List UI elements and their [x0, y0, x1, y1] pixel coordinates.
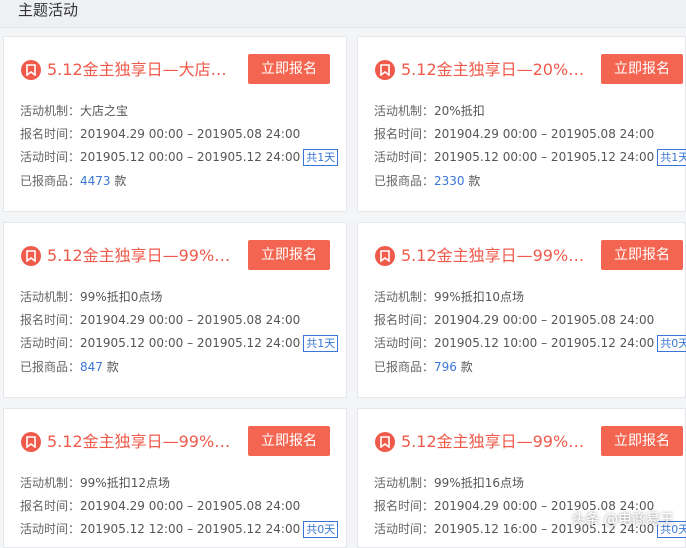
signup-time-label: 报名时间： — [374, 499, 435, 513]
registered-row: 已报商品：4473 款 — [20, 173, 126, 189]
section-header: 主题活动 — [0, 0, 686, 28]
activity-time-value: 201905.12 12:00 – 201905.12 24:00 — [80, 522, 301, 536]
activity-time-label: 活动时间： — [20, 150, 81, 164]
card-title[interactable]: 5.12金主独享日—99%抵扣10点场 — [401, 244, 591, 268]
signup-time-label: 报名时间： — [20, 313, 81, 327]
signup-time-value: 201904.29 00:00 – 201905.08 24:00 — [80, 127, 301, 141]
signup-time-label: 报名时间： — [374, 313, 435, 327]
signup-button[interactable]: 立即报名 — [248, 426, 330, 456]
activity-time-label: 活动时间： — [20, 336, 81, 350]
signup-button[interactable]: 立即报名 — [248, 54, 330, 84]
mechanism-value: 99%抵扣0点场 — [80, 290, 163, 304]
signup-time-label: 报名时间： — [20, 127, 81, 141]
watermark: 头条 @电商易王 — [571, 512, 674, 528]
signup-time-value: 201904.29 00:00 – 201905.08 24:00 — [434, 127, 655, 141]
registered-count[interactable]: 847 — [80, 360, 103, 374]
registered-row: 已报商品：796 款 — [374, 359, 473, 375]
bookmark-icon — [375, 60, 395, 80]
signup-time-value: 201904.29 00:00 – 201905.08 24:00 — [434, 313, 655, 327]
bookmark-icon — [21, 246, 41, 266]
activity-time-label: 活动时间： — [374, 522, 435, 536]
mechanism-label: 活动机制： — [374, 104, 435, 118]
mechanism-row: 活动机制：99%抵扣0点场 — [20, 289, 162, 305]
mechanism-value: 大店之宝 — [80, 104, 129, 118]
mechanism-value: 99%抵扣16点场 — [434, 476, 524, 490]
signup-time-value: 201904.29 00:00 – 201905.08 24:00 — [80, 313, 301, 327]
mechanism-label: 活动机制： — [374, 476, 435, 490]
bookmark-icon — [375, 432, 395, 452]
registered-count[interactable]: 4473 — [80, 174, 111, 188]
signup-time-row: 报名时间：201904.29 00:00 – 201905.08 24:00 — [20, 312, 300, 328]
mechanism-value: 99%抵扣12点场 — [80, 476, 170, 490]
mechanism-row: 活动机制：20%抵扣 — [374, 103, 485, 119]
days-badge: 共1天 — [657, 149, 686, 166]
mechanism-value: 99%抵扣10点场 — [434, 290, 524, 304]
days-badge: 共1天 — [303, 149, 339, 166]
activity-time-label: 活动时间： — [20, 522, 81, 536]
bookmark-icon — [375, 246, 395, 266]
signup-time-row: 报名时间：201904.29 00:00 – 201905.08 24:00 — [374, 126, 654, 142]
activity-card: 5.12金主独享日—99%抵扣10点场 立即报名 活动机制：99%抵扣10点场 … — [357, 222, 686, 398]
signup-time-row: 报名时间：201904.29 00:00 – 201905.08 24:00 — [374, 312, 654, 328]
section-title: 主题活动 — [18, 1, 79, 19]
activity-time-row: 活动时间：201905.12 12:00 – 201905.12 24:00 共0… — [20, 521, 339, 538]
mechanism-row: 活动机制：99%抵扣10点场 — [374, 289, 524, 305]
signup-button[interactable]: 立即报名 — [601, 54, 683, 84]
card-title[interactable]: 5.12金主独享日—99%抵扣12点场 — [47, 430, 237, 454]
activity-time-label: 活动时间： — [374, 336, 435, 350]
mechanism-row: 活动机制：大店之宝 — [20, 103, 128, 119]
registered-label: 已报商品： — [20, 360, 81, 374]
signup-time-label: 报名时间： — [374, 127, 435, 141]
registered-label: 已报商品： — [374, 360, 435, 374]
activity-time-row: 活动时间：201905.12 00:00 – 201905.12 24:00 共1… — [20, 149, 339, 166]
card-title[interactable]: 5.12金主独享日—99%抵扣0点场 — [47, 244, 237, 268]
mechanism-label: 活动机制： — [20, 104, 81, 118]
activity-card: 5.12金主独享日—大店之宝 立即报名 活动机制：大店之宝 报名时间：20190… — [3, 36, 347, 212]
signup-button[interactable]: 立即报名 — [601, 240, 683, 270]
signup-time-row: 报名时间：201904.29 00:00 – 201905.08 24:00 — [20, 498, 300, 514]
registered-unit: 款 — [114, 174, 127, 188]
activity-time-value: 201905.12 00:00 – 201905.12 24:00 — [434, 150, 655, 164]
card-title[interactable]: 5.12金主独享日—大店之宝 — [47, 58, 237, 82]
registered-unit: 款 — [468, 174, 481, 188]
registered-label: 已报商品： — [20, 174, 81, 188]
mechanism-row: 活动机制：99%抵扣16点场 — [374, 475, 524, 491]
activity-time-row: 活动时间：201905.12 10:00 – 201905.12 24:00 共0… — [374, 335, 686, 352]
activity-card: 5.12金主独享日—99%抵扣12点场 立即报名 活动机制：99%抵扣12点场 … — [3, 408, 347, 548]
mechanism-label: 活动机制： — [20, 476, 81, 490]
signup-time-label: 报名时间： — [20, 499, 81, 513]
signup-button[interactable]: 立即报名 — [601, 426, 683, 456]
days-badge: 共1天 — [303, 335, 339, 352]
bookmark-icon — [21, 60, 41, 80]
mechanism-label: 活动机制： — [374, 290, 435, 304]
bookmark-icon — [21, 432, 41, 452]
registered-label: 已报商品： — [374, 174, 435, 188]
activity-time-row: 活动时间：201905.12 00:00 – 201905.12 24:00 共1… — [20, 335, 339, 352]
signup-time-value: 201904.29 00:00 – 201905.08 24:00 — [80, 499, 301, 513]
registered-row: 已报商品：847 款 — [20, 359, 119, 375]
activity-card: 5.12金主独享日—20%抵扣 立即报名 活动机制：20%抵扣 报名时间：201… — [357, 36, 686, 212]
registered-unit: 款 — [460, 360, 473, 374]
activity-time-value: 201905.12 10:00 – 201905.12 24:00 — [434, 336, 655, 350]
registered-count[interactable]: 2330 — [434, 174, 465, 188]
days-badge: 共0天 — [657, 335, 686, 352]
card-title[interactable]: 5.12金主独享日—20%抵扣 — [401, 58, 591, 82]
activity-time-label: 活动时间： — [374, 150, 435, 164]
activity-card: 5.12金主独享日—99%抵扣0点场 立即报名 活动机制：99%抵扣0点场 报名… — [3, 222, 347, 398]
registered-count[interactable]: 796 — [434, 360, 457, 374]
signup-button[interactable]: 立即报名 — [248, 240, 330, 270]
days-badge: 共0天 — [303, 521, 339, 538]
mechanism-label: 活动机制： — [20, 290, 81, 304]
signup-time-row: 报名时间：201904.29 00:00 – 201905.08 24:00 — [20, 126, 300, 142]
mechanism-value: 20%抵扣 — [434, 104, 485, 118]
card-title[interactable]: 5.12金主独享日—99%抵扣16点场 — [401, 430, 591, 454]
registered-row: 已报商品：2330 款 — [374, 173, 480, 189]
activity-time-value: 201905.12 00:00 – 201905.12 24:00 — [80, 150, 301, 164]
activity-time-row: 活动时间：201905.12 00:00 – 201905.12 24:00 共1… — [374, 149, 686, 166]
mechanism-row: 活动机制：99%抵扣12点场 — [20, 475, 170, 491]
activity-time-value: 201905.12 00:00 – 201905.12 24:00 — [80, 336, 301, 350]
registered-unit: 款 — [106, 360, 119, 374]
